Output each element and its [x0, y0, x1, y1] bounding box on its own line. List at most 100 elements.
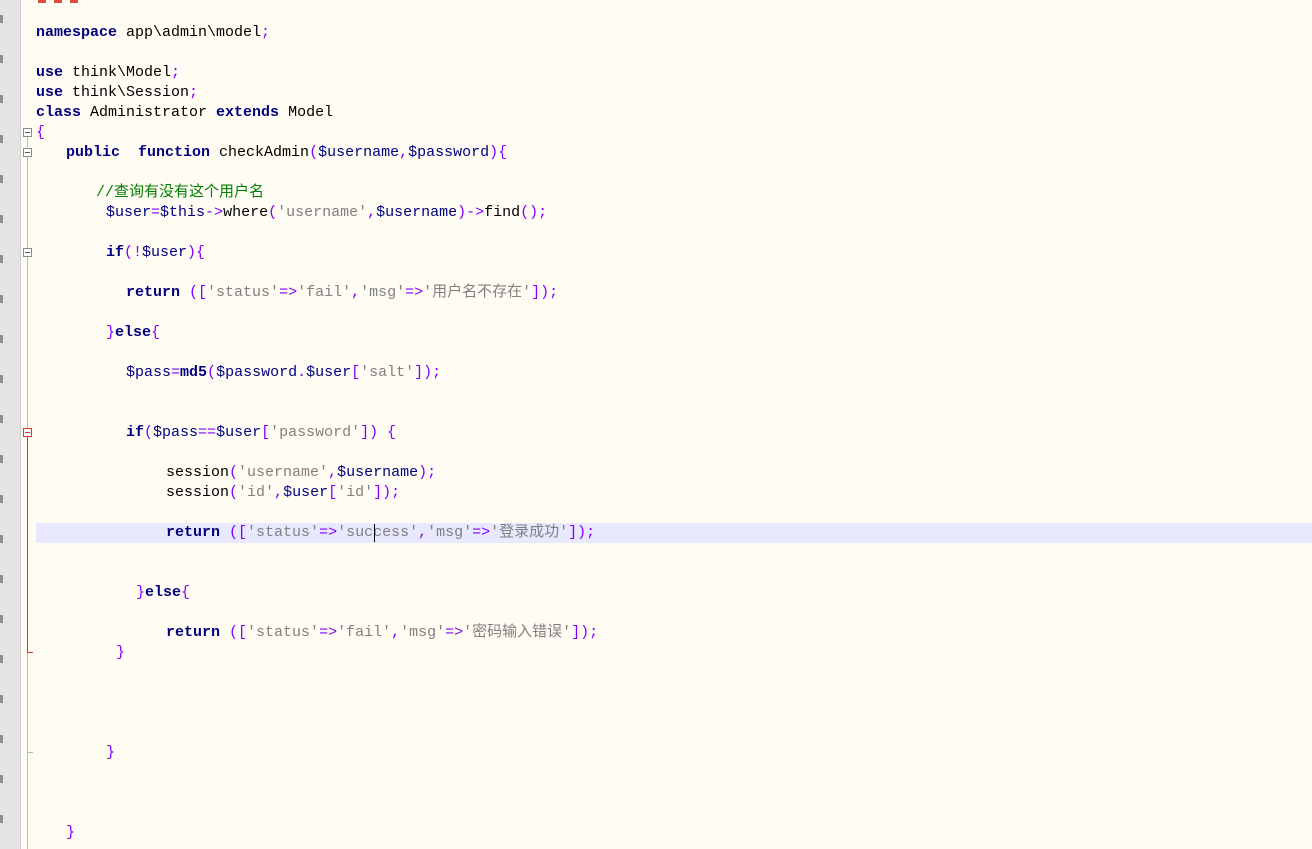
string-token: 'username' — [238, 464, 329, 481]
operator-token: { — [36, 124, 46, 141]
operator-token: , — [351, 284, 361, 301]
code-line[interactable]: session('username',$username); — [166, 463, 436, 483]
code-line[interactable]: return (['status'=>'fail','msg'=>'用户名不存在… — [126, 283, 558, 303]
identifier-token: think\Session — [63, 84, 190, 101]
operator-token: , — [367, 204, 377, 221]
code-line[interactable]: $pass=md5($password.$user['salt']); — [126, 363, 441, 383]
code-line[interactable]: //查询有没有这个用户名 — [96, 183, 264, 203]
string-token: 'id' — [238, 484, 275, 501]
code-line[interactable]: }else{ — [136, 583, 190, 603]
operator-token: ]); — [568, 524, 596, 541]
fold-collapse-icon[interactable] — [23, 148, 32, 157]
operator-token: => — [445, 624, 464, 641]
fold-guide — [27, 157, 28, 248]
operator-token: ); — [418, 464, 437, 481]
gutter-marker — [0, 575, 3, 583]
code-line[interactable]: public function checkAdmin($username,$pa… — [66, 143, 507, 163]
string-token: 'status' — [247, 624, 320, 641]
code-line[interactable]: return (['status'=>'success','msg'=>'登录成… — [166, 523, 595, 543]
comment-token: //查询有没有这个用户名 — [96, 184, 265, 201]
operator-token: } — [116, 644, 126, 661]
gutter-marker — [0, 695, 3, 703]
identifier-token: think\Model — [63, 64, 172, 81]
gutter-marker — [0, 335, 3, 343]
gutter-marker — [0, 255, 3, 263]
code-line[interactable]: return (['status'=>'fail','msg'=>'密码输入错误… — [166, 623, 598, 643]
variable-token: $username — [376, 204, 458, 221]
operator-token: ]); — [373, 484, 401, 501]
operator-token: ]); — [531, 284, 559, 301]
operator-token: , — [274, 484, 284, 501]
code-line[interactable]: { — [36, 123, 45, 143]
identifier-token: find — [484, 204, 521, 221]
string-token: 'fail' — [297, 284, 352, 301]
code-line[interactable]: if($pass==$user['password']) { — [126, 423, 396, 443]
operator-token: = — [151, 204, 161, 221]
identifier-token — [220, 524, 229, 541]
gutter-marker — [0, 615, 3, 623]
fold-collapse-icon[interactable] — [23, 248, 32, 257]
keyword-token: md5 — [180, 364, 208, 381]
code-line[interactable]: if(!$user){ — [106, 243, 205, 263]
operator-token: -> — [205, 204, 224, 221]
code-line[interactable]: session('id',$user['id']); — [166, 483, 400, 503]
identifier-token: Administrator — [81, 104, 217, 121]
keyword-token: function — [138, 144, 211, 161]
operator-token: => — [405, 284, 424, 301]
identifier-token — [180, 284, 189, 301]
identifier-token: session — [166, 484, 230, 501]
identifier-token: where — [223, 204, 269, 221]
operator-token: (! — [124, 244, 143, 261]
keyword-token: class — [36, 104, 82, 121]
code-line[interactable]: $user=$this->where('username',$username)… — [106, 203, 547, 223]
previous-line-fragment — [36, 0, 84, 4]
operator-token: ( — [268, 204, 278, 221]
variable-token: $this — [160, 204, 206, 221]
gutter-marker — [0, 415, 3, 423]
identifier-token: app\admin\model — [117, 24, 262, 41]
identifier-token: session — [166, 464, 230, 481]
gutter-marker — [0, 215, 3, 223]
operator-token: ( — [229, 464, 239, 481]
gutter-marker — [0, 455, 3, 463]
string-token: 'status' — [207, 284, 280, 301]
operator-token: ( — [207, 364, 217, 381]
variable-token: $password — [408, 144, 490, 161]
code-editor[interactable]: namespace app\admin\model; use think\Mod… — [0, 0, 1312, 849]
operator-token: . — [297, 364, 307, 381]
code-line[interactable]: use think\Session; — [36, 83, 198, 103]
string-token: 'msg' — [427, 524, 473, 541]
keyword-token: else — [145, 584, 182, 601]
operator-token: , — [391, 624, 401, 641]
code-line[interactable]: namespace app\admin\model; — [36, 23, 270, 43]
keyword-token: if — [106, 244, 125, 261]
operator-token: } — [106, 744, 116, 761]
code-line[interactable]: class Administrator extends Model — [36, 103, 333, 123]
operator-token: (); — [520, 204, 548, 221]
variable-token: $password — [216, 364, 298, 381]
operator-token: [ — [351, 364, 361, 381]
fold-guide — [27, 437, 28, 653]
gutter-marker — [0, 815, 3, 823]
operator-token: , — [328, 464, 338, 481]
keyword-token: namespace — [36, 24, 118, 41]
fold-collapse-icon[interactable] — [23, 128, 32, 137]
code-line[interactable]: use think\Model; — [36, 63, 180, 83]
operator-token: ]) { — [360, 424, 397, 441]
code-line[interactable]: } — [116, 643, 125, 663]
fold-collapse-icon[interactable] — [23, 428, 32, 437]
code-line[interactable]: } — [106, 743, 115, 763]
code-line[interactable]: }else{ — [106, 323, 160, 343]
string-token: '登录成功' — [490, 524, 569, 541]
gutter-marker — [0, 175, 3, 183]
line-number-gutter[interactable] — [0, 0, 21, 849]
code-line[interactable]: } — [66, 823, 75, 843]
operator-token: , — [399, 144, 409, 161]
variable-token: $pass — [153, 424, 199, 441]
gutter-marker — [0, 775, 3, 783]
operator-token: ]); — [414, 364, 442, 381]
operator-token: ([ — [229, 624, 248, 641]
operator-token: == — [198, 424, 217, 441]
operator-token: , — [418, 524, 428, 541]
operator-token: { — [181, 584, 191, 601]
